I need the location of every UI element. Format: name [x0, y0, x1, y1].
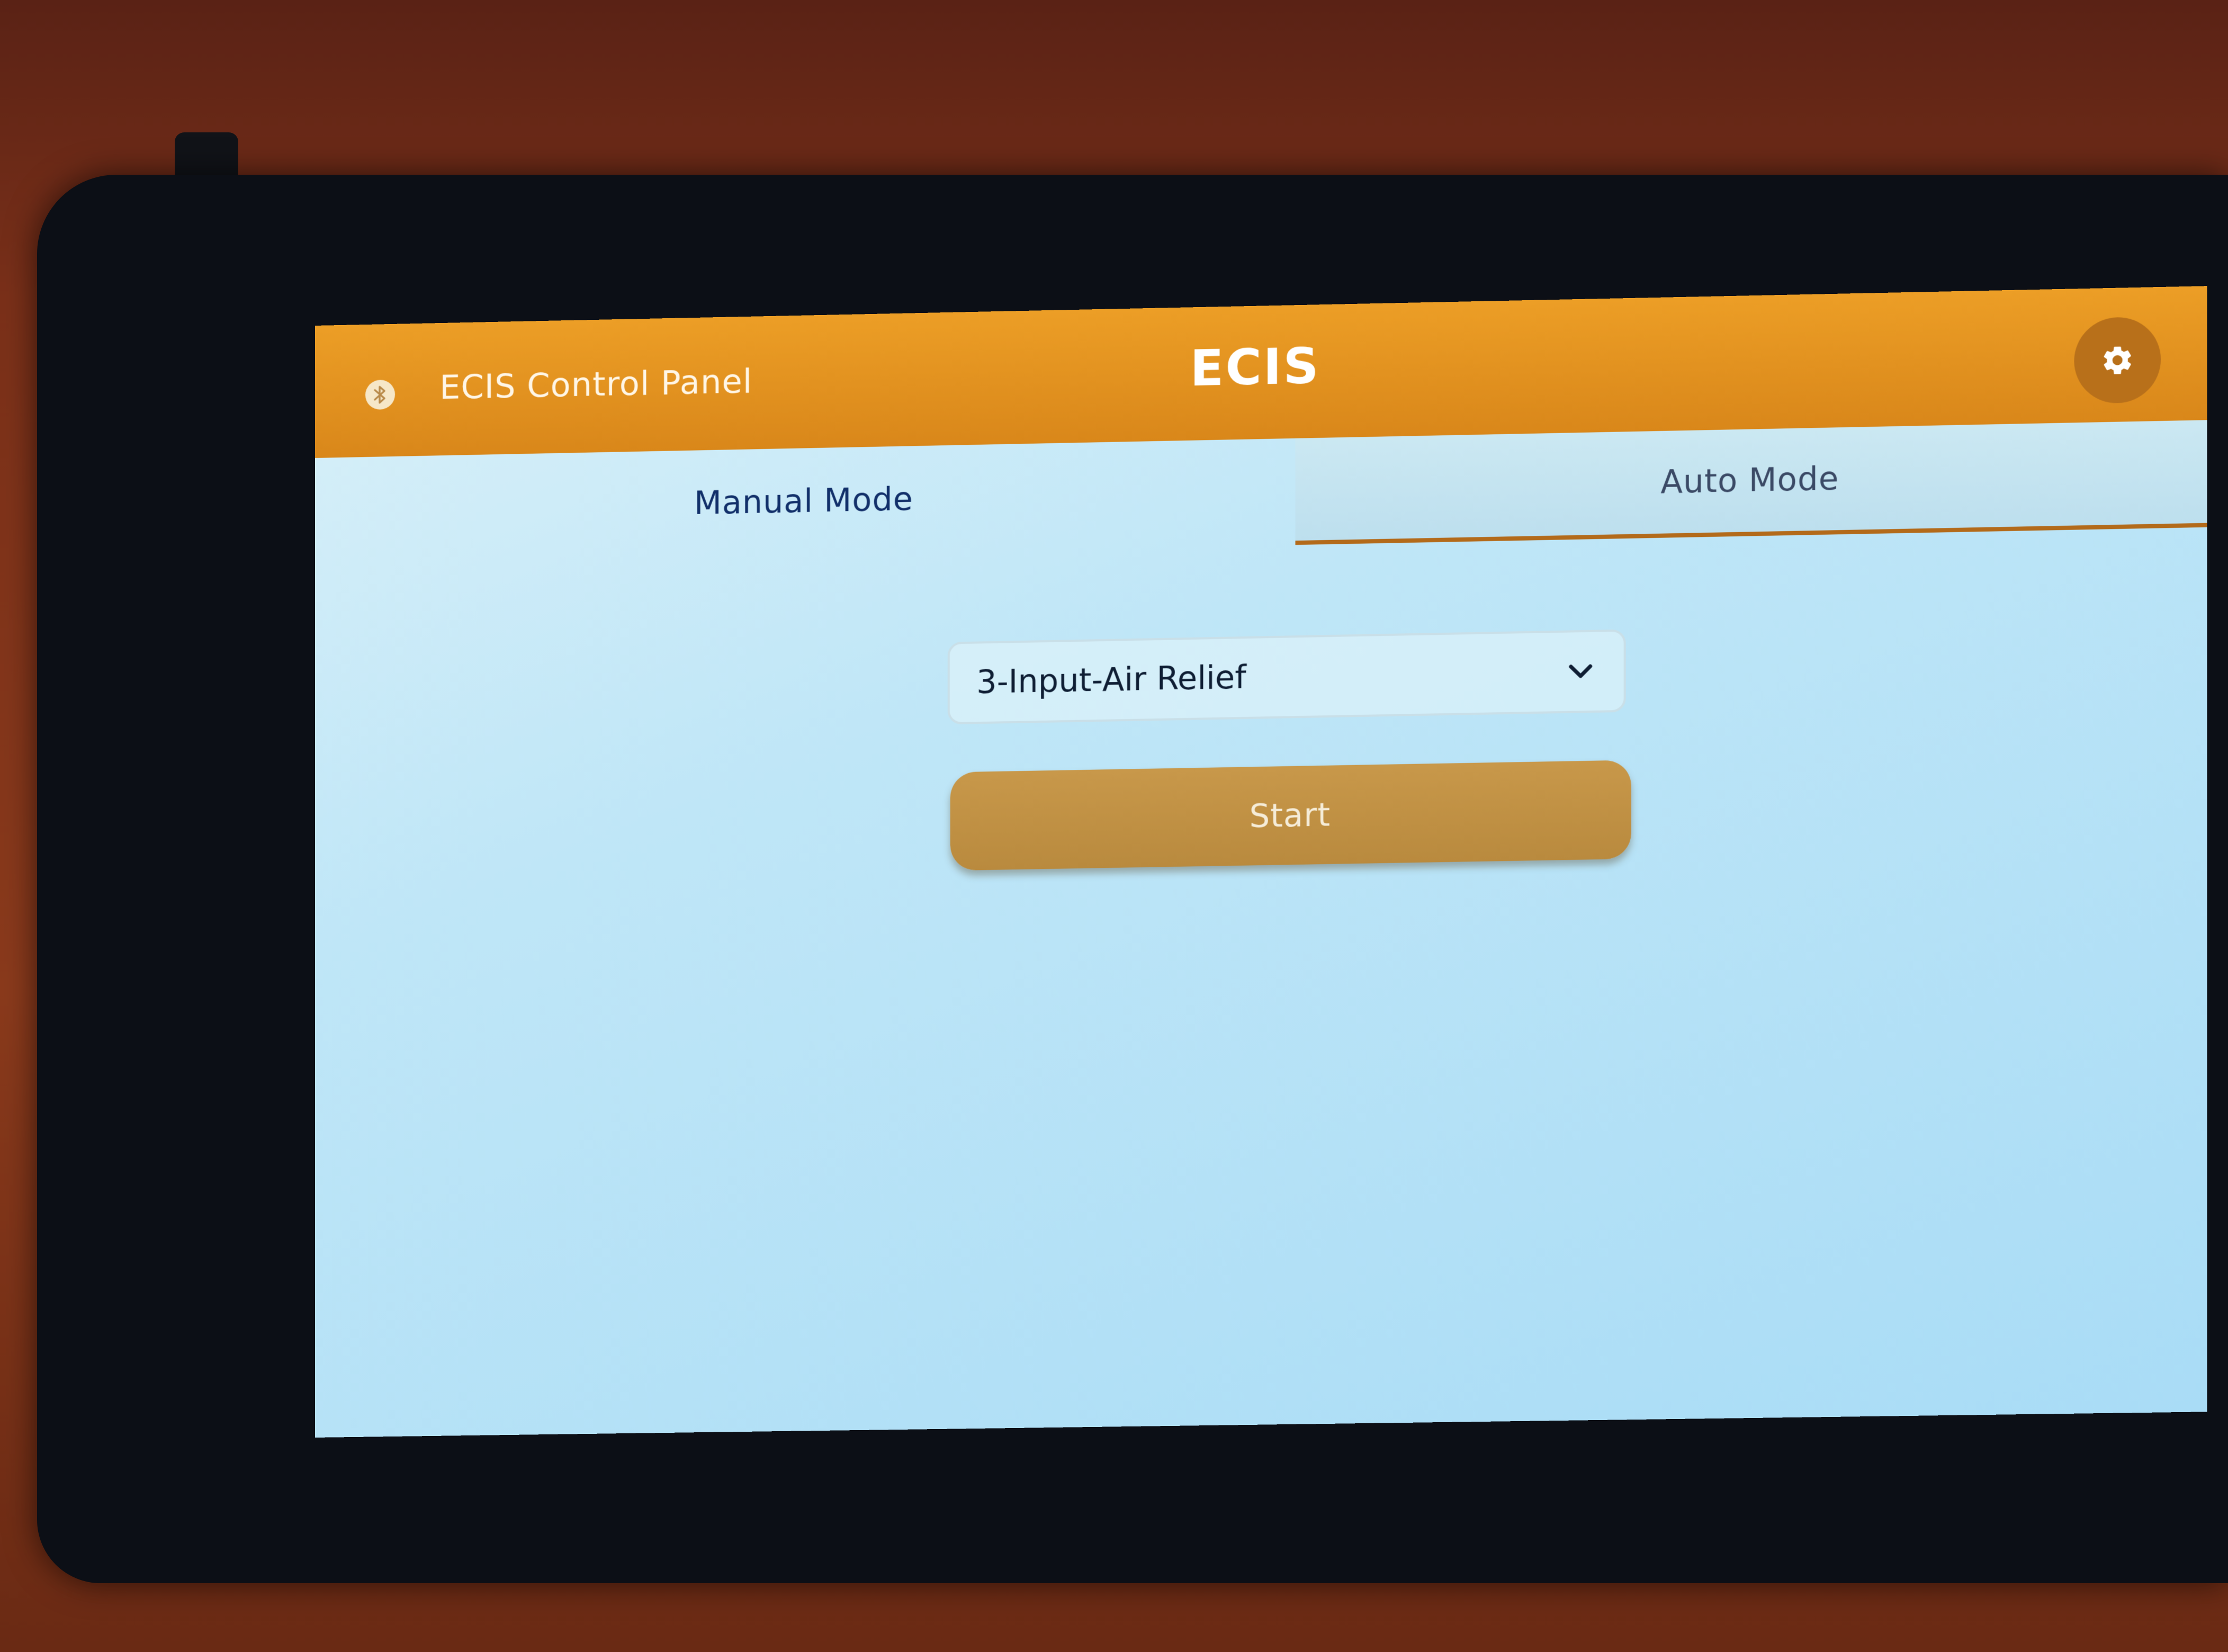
chevron-down-icon [1565, 659, 1597, 686]
tab-auto-mode[interactable]: Auto Mode [1295, 420, 2207, 545]
mode-select-value: 3-Input-Air Relief [976, 659, 1246, 702]
start-button[interactable]: Start [950, 760, 1631, 871]
tab-manual-mode[interactable]: Manual Mode [315, 438, 1295, 564]
app-screen: ECIS Control Panel ECIS Manual Mode Auto… [315, 286, 2207, 1438]
app-title: ECIS [1190, 337, 1320, 398]
mode-select-dropdown[interactable]: 3-Input-Air Relief [947, 629, 1626, 725]
settings-button[interactable] [2074, 316, 2161, 404]
gear-icon [2104, 346, 2131, 375]
